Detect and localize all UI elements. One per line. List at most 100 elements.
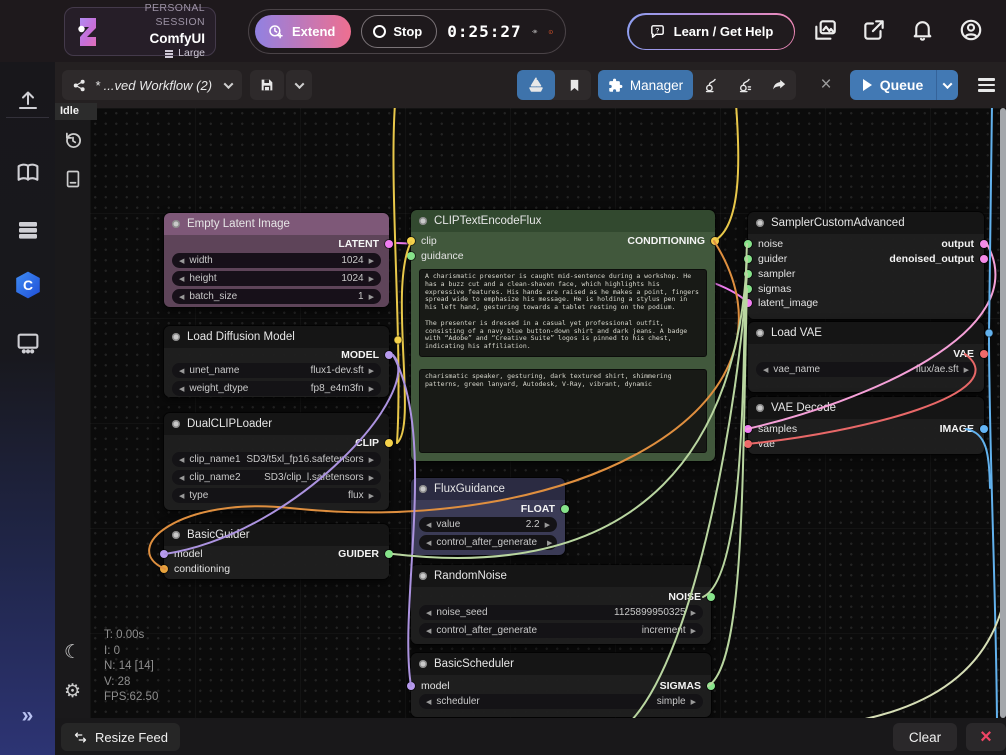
widget-left-arrow[interactable]: ◀ bbox=[179, 474, 184, 482]
node-header[interactable]: RandomNoise bbox=[411, 565, 711, 587]
slot-dot[interactable] bbox=[160, 550, 168, 558]
node-basic-guider[interactable]: BasicGuidermodelconditioningGUIDER bbox=[163, 523, 390, 580]
output-slot-sigmas[interactable]: SIGMAS bbox=[660, 679, 715, 693]
node-header[interactable]: Load VAE bbox=[748, 322, 984, 344]
widget-left-arrow[interactable]: ◀ bbox=[179, 367, 184, 375]
input-slot-guider[interactable]: guider bbox=[744, 252, 787, 266]
slot-dot[interactable] bbox=[744, 270, 752, 278]
collapse-dot[interactable] bbox=[419, 217, 427, 225]
stop-button[interactable]: Stop bbox=[361, 15, 437, 48]
node-header[interactable]: VAE Decode bbox=[748, 397, 984, 419]
node-header[interactable]: BasicScheduler bbox=[411, 653, 711, 675]
external-link-icon[interactable] bbox=[861, 17, 887, 43]
output-slot-conditioning[interactable]: CONDITIONING bbox=[627, 234, 719, 248]
widget-right-arrow[interactable]: ▶ bbox=[964, 366, 969, 374]
widget-left-arrow[interactable]: ◀ bbox=[179, 293, 184, 301]
collapse-dot[interactable] bbox=[172, 220, 180, 228]
node-header[interactable]: DualCLIPLoader bbox=[164, 413, 389, 435]
widget-right-arrow[interactable]: ▶ bbox=[547, 539, 552, 547]
widget-right-arrow[interactable]: ▶ bbox=[545, 521, 550, 529]
slot-dot[interactable] bbox=[744, 425, 752, 433]
input-slot-clip[interactable]: clip bbox=[407, 234, 437, 248]
input-slot-noise[interactable]: noise bbox=[744, 237, 783, 251]
bookmark-button[interactable] bbox=[557, 70, 591, 100]
widget-left-arrow[interactable]: ◀ bbox=[763, 366, 768, 374]
input-slot-model[interactable]: model bbox=[160, 547, 203, 561]
widget-left-arrow[interactable]: ◀ bbox=[426, 539, 431, 547]
widget-left-arrow[interactable]: ◀ bbox=[179, 275, 184, 283]
widget-type[interactable]: ◀typeflux▶ bbox=[172, 488, 381, 503]
slot-dot[interactable] bbox=[711, 237, 719, 245]
node-load-vae[interactable]: Load VAEVAE◀vae_nameflux/ae.sft▶ bbox=[747, 321, 985, 393]
widget-left-arrow[interactable]: ◀ bbox=[179, 257, 184, 265]
prompt-textarea[interactable]: A charismatic presenter is caught mid-se… bbox=[419, 269, 707, 357]
session-card[interactable]: PERSONAL SESSION ComfyUI Large bbox=[64, 7, 216, 56]
input-slot-model[interactable]: model bbox=[407, 679, 450, 693]
queue-button[interactable]: Queue bbox=[850, 70, 937, 100]
info-icon[interactable] bbox=[548, 24, 554, 40]
node-header[interactable]: FluxGuidance bbox=[411, 478, 565, 500]
node-load-diffusion-model[interactable]: Load Diffusion ModelMODEL◀unet_nameflux1… bbox=[163, 325, 390, 398]
widget-vae_name[interactable]: ◀vae_nameflux/ae.sft▶ bbox=[756, 362, 976, 377]
slot-dot[interactable] bbox=[385, 550, 393, 558]
widget-left-arrow[interactable]: ◀ bbox=[179, 492, 184, 500]
widget-weight_dtype[interactable]: ◀weight_dtypefp8_e4m3fn▶ bbox=[172, 381, 381, 396]
docs-book-icon[interactable] bbox=[15, 160, 40, 185]
logs-icon[interactable] bbox=[63, 169, 83, 189]
eye-icon[interactable] bbox=[532, 23, 538, 40]
queue-options-button[interactable] bbox=[937, 70, 958, 100]
output-slot-image[interactable]: IMAGE bbox=[940, 422, 988, 436]
widget-unet_name[interactable]: ◀unet_nameflux1-dev.sft▶ bbox=[172, 363, 381, 378]
widget-right-arrow[interactable]: ▶ bbox=[369, 492, 374, 500]
widget-left-arrow[interactable]: ◀ bbox=[179, 456, 184, 464]
history-icon[interactable] bbox=[62, 130, 83, 151]
notifications-bell-icon[interactable] bbox=[910, 17, 935, 42]
node-vae-decode[interactable]: VAE DecodesamplesvaeIMAGE bbox=[747, 396, 985, 455]
comfyui-logo-icon[interactable]: C bbox=[13, 270, 43, 300]
workflows-gallery-button[interactable] bbox=[517, 70, 555, 100]
input-slot-guidance[interactable]: guidance bbox=[407, 249, 464, 263]
slot-dot[interactable] bbox=[744, 240, 752, 248]
node-header[interactable]: BasicGuider bbox=[164, 524, 389, 546]
widget-height[interactable]: ◀height1024▶ bbox=[172, 271, 381, 286]
node-dual-clip-loader[interactable]: DualCLIPLoaderCLIP◀clip_name1SD3/t5xl_fp… bbox=[163, 412, 390, 511]
node-random-noise[interactable]: RandomNoiseNOISE◀noise_seed1125899950325… bbox=[410, 564, 712, 645]
widget-left-arrow[interactable]: ◀ bbox=[426, 609, 431, 617]
widget-control_after_generate[interactable]: ◀control_after_generateincrement▶ bbox=[419, 623, 703, 638]
expand-sidebar-chevrons[interactable]: » bbox=[22, 704, 34, 728]
node-graph-canvas[interactable]: Empty Latent ImageLATENT◀width1024▶◀heig… bbox=[90, 108, 1000, 718]
free-memory-button[interactable] bbox=[729, 70, 762, 100]
collapse-dot[interactable] bbox=[419, 572, 427, 580]
node-header[interactable]: SamplerCustomAdvanced bbox=[748, 212, 984, 234]
node-header[interactable]: Load Diffusion Model bbox=[164, 326, 389, 348]
workflow-tab[interactable]: * ...ved Workflow (2) bbox=[62, 70, 242, 100]
node-clip-text-encode-flux[interactable]: CLIPTextEncodeFluxclipguidanceCONDITIONI… bbox=[410, 209, 716, 462]
collapse-dot[interactable] bbox=[172, 333, 180, 341]
output-slot-noise[interactable]: NOISE bbox=[668, 590, 715, 604]
widget-right-arrow[interactable]: ▶ bbox=[369, 293, 374, 301]
widget-right-arrow[interactable]: ▶ bbox=[369, 474, 374, 482]
slot-dot[interactable] bbox=[707, 682, 715, 690]
slot-dot[interactable] bbox=[980, 240, 988, 248]
widget-value[interactable]: ◀value2.2▶ bbox=[419, 517, 557, 532]
input-slot-latent_image[interactable]: latent_image bbox=[744, 296, 818, 310]
slot-dot[interactable] bbox=[744, 285, 752, 293]
slot-dot[interactable] bbox=[385, 240, 393, 248]
input-slot-vae[interactable]: vae bbox=[744, 437, 775, 451]
widget-clip_name1[interactable]: ◀clip_name1SD3/t5xl_fp16.safetensors▶ bbox=[172, 452, 381, 467]
slot-dot[interactable] bbox=[160, 565, 168, 573]
slot-dot[interactable] bbox=[980, 255, 988, 263]
input-slot-sigmas[interactable]: sigmas bbox=[744, 282, 791, 296]
widget-right-arrow[interactable]: ▶ bbox=[369, 275, 374, 283]
vertical-scrollbar[interactable] bbox=[1000, 108, 1006, 718]
slot-dot[interactable] bbox=[407, 682, 415, 690]
output-slot-denoised_output[interactable]: denoised_output bbox=[889, 252, 988, 266]
slot-dot[interactable] bbox=[407, 237, 415, 245]
slot-dot[interactable] bbox=[561, 505, 569, 513]
collapse-dot[interactable] bbox=[756, 219, 764, 227]
close-feed-button[interactable]: × bbox=[966, 723, 1006, 751]
settings-gear-icon[interactable]: ⚙ bbox=[64, 682, 81, 701]
server-stack-icon[interactable] bbox=[16, 218, 40, 242]
manager-button[interactable]: Manager bbox=[598, 70, 693, 100]
slot-dot[interactable] bbox=[744, 440, 752, 448]
